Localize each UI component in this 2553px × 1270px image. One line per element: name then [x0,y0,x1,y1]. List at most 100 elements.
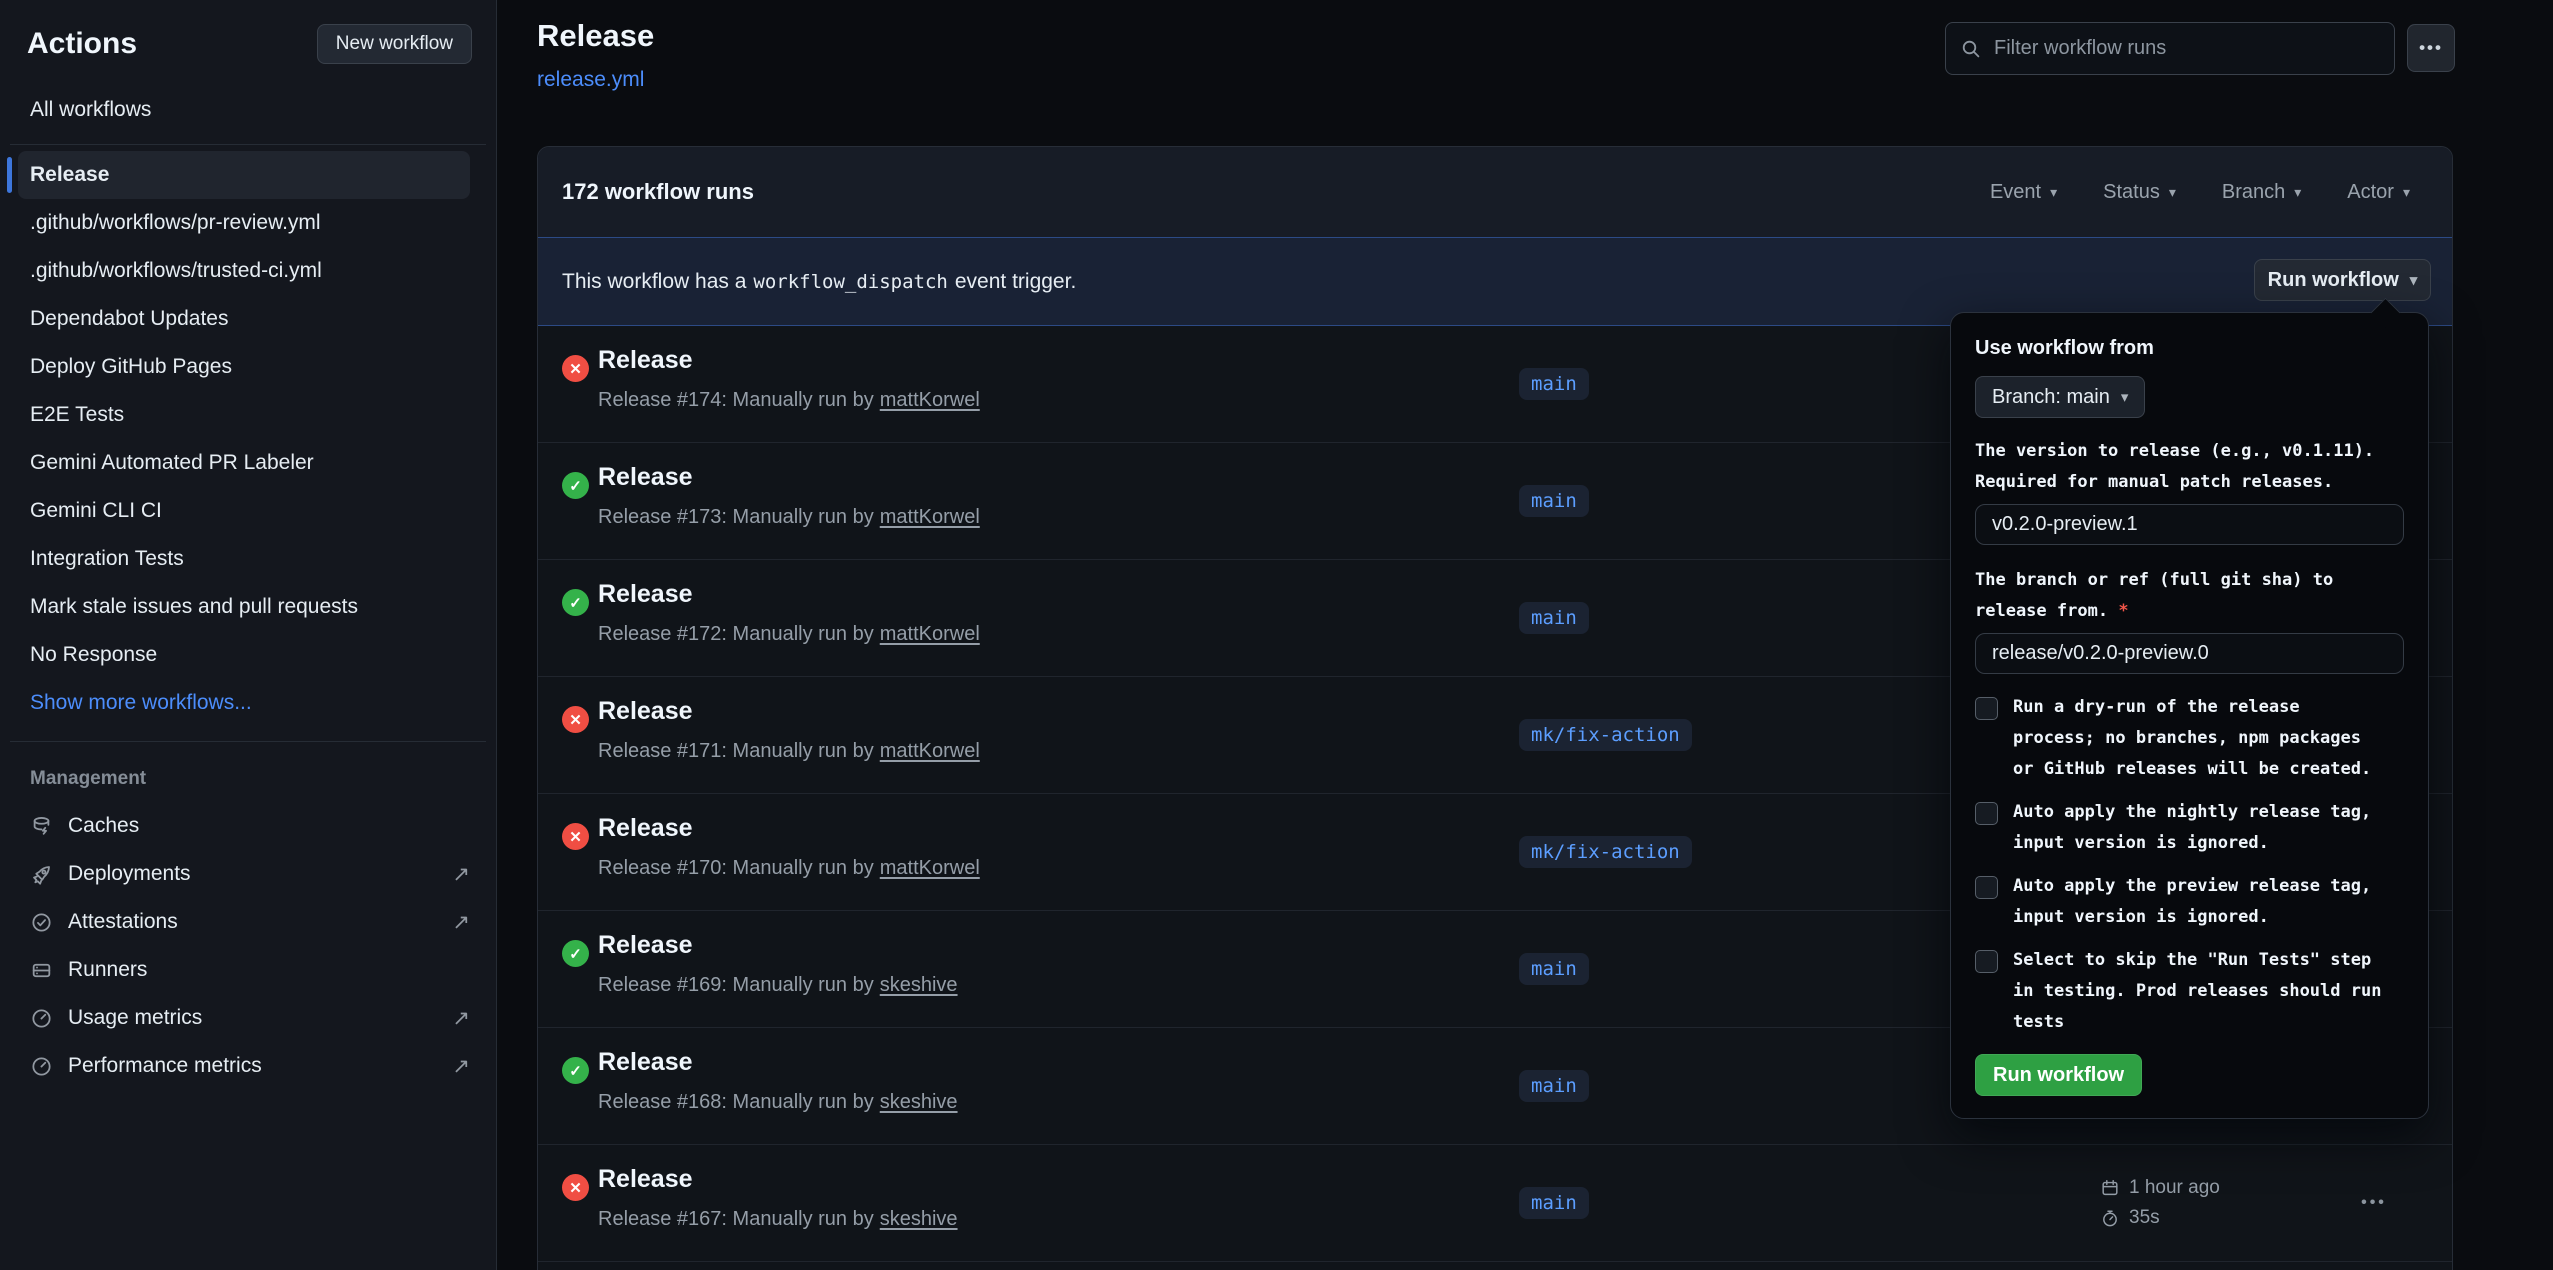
nightly-tag-label: Auto apply the nightly release tag, inpu… [2013,797,2389,859]
run-title-link[interactable]: Release [598,931,693,960]
run-options-kebab-button[interactable] [2344,1183,2404,1223]
sidebar-item-caches[interactable]: Caches [18,802,470,850]
sidebar-item-dependabot-updates[interactable]: Dependabot Updates [18,295,470,343]
actor-link[interactable]: skeshive [880,1091,958,1113]
external-link-icon [452,1054,470,1079]
preview-tag-label: Auto apply the preview release tag, inpu… [2013,871,2389,933]
actor-link[interactable]: skeshive [880,1208,958,1230]
run-desc-text: Release #167: Manually run by [598,1208,874,1230]
ref-input[interactable] [1975,633,2404,674]
server-icon [30,959,53,982]
run-title-link[interactable]: Release [598,346,693,375]
ref-input-description: The branch or ref (full git sha) to rele… [1975,565,2406,627]
filter-workflow-runs-search[interactable] [1945,22,2395,75]
sidebar-item-attestations[interactable]: Attestations [18,898,470,946]
branch-badge[interactable]: mk/fix-action [1519,836,1692,868]
branch-badge[interactable]: main [1519,602,1589,634]
sidebar-item-trusted-ci[interactable]: .github/workflows/trusted-ci.yml [18,247,470,295]
branch-badge[interactable]: main [1519,485,1589,517]
sidebar-item-e2e-tests[interactable]: E2E Tests [18,391,470,439]
run-desc-text: Release #173: Manually run by [598,506,874,528]
dry-run-checkbox[interactable] [1975,697,1998,720]
actor-link[interactable]: mattKorwel [880,857,980,879]
filter-actor[interactable]: Actor [2347,181,2410,204]
run-workflow-submit-button[interactable]: Run workflow [1975,1054,2142,1096]
run-title-link[interactable]: Release [598,463,693,492]
required-asterisk: * [2118,601,2128,621]
chevron-down-icon [2410,273,2418,288]
skip-tests-checkbox[interactable] [1975,950,1998,973]
search-input[interactable] [1992,36,2380,61]
branch-badge[interactable]: main [1519,368,1589,400]
sidebar-item-no-response[interactable]: No Response [18,631,470,679]
x-circle-icon [562,355,589,382]
page-heading-actions: Actions [27,27,137,61]
workflow-run-row[interactable]: Release Release #167: Manually run by ske… [538,1145,2452,1262]
actor-link[interactable]: skeshive [880,974,958,996]
banner-text-suffix: event trigger. [955,270,1076,294]
sidebar-item-label: Runners [68,958,147,982]
branch-badge[interactable]: main [1519,1070,1589,1102]
actor-link[interactable]: mattKorwel [880,389,980,411]
branch-selector-label: Branch: main [1992,386,2110,409]
sidebar-item-gemini-pr-labeler[interactable]: Gemini Automated PR Labeler [18,439,470,487]
actor-link[interactable]: mattKorwel [880,740,980,762]
branch-badge[interactable]: main [1519,953,1589,985]
nightly-tag-checkbox[interactable] [1975,802,1998,825]
sidebar-item-release[interactable]: Release [18,151,470,199]
external-link-icon [452,910,470,935]
banner-code: workflow_dispatch [746,271,954,293]
branch-selector-button[interactable]: Branch: main [1975,376,2145,418]
run-title-link[interactable]: Release [598,1048,693,1077]
run-title-link[interactable]: Release [598,1165,693,1194]
show-more-workflows-link[interactable]: Show more workflows... [18,679,470,727]
preview-tag-checkbox[interactable] [1975,876,1998,899]
runs-filters: Event Status Branch Actor [1990,181,2410,204]
chevron-down-icon [2121,390,2129,405]
chevron-down-icon [2169,185,2176,199]
sidebar-item-label: Usage metrics [68,1006,202,1030]
workflow-file-link[interactable]: release.yml [537,68,644,92]
use-workflow-from-heading: Use workflow from [1975,337,2404,360]
run-title-link[interactable]: Release [598,697,693,726]
sidebar-item-all-workflows[interactable]: All workflows [0,90,496,130]
dry-run-option: Run a dry-run of the release process; no… [1975,692,2404,785]
sidebar-item-label: Performance metrics [68,1054,262,1078]
management-list: Caches Deployments Attestations [0,802,496,1090]
run-description: Release #174: Manually run bymattKorwel [598,389,980,412]
sidebar-item-runners[interactable]: Runners [18,946,470,994]
new-workflow-button[interactable]: New workflow [317,24,472,64]
branch-badge[interactable]: main [1519,1187,1589,1219]
run-title-link[interactable]: Release [598,814,693,843]
sidebar-item-deployments[interactable]: Deployments [18,850,470,898]
branch-badge[interactable]: mk/fix-action [1519,719,1692,751]
sidebar-item-deploy-github-pages[interactable]: Deploy GitHub Pages [18,343,470,391]
x-circle-icon [562,1174,589,1201]
x-circle-icon [562,706,589,733]
sidebar-item-performance-metrics[interactable]: Performance metrics [18,1042,470,1090]
run-description: Release #168: Manually run byskeshive [598,1091,958,1114]
banner-text-prefix: This workflow has a [562,270,746,294]
sidebar-item-mark-stale[interactable]: Mark stale issues and pull requests [18,583,470,631]
dry-run-label: Run a dry-run of the release process; no… [2013,692,2389,785]
workflow-options-kebab-button[interactable] [2407,24,2455,72]
sidebar-item-integration-tests[interactable]: Integration Tests [18,535,470,583]
stopwatch-icon [2100,1208,2120,1228]
actor-link[interactable]: mattKorwel [880,506,980,528]
ref-description-text: The branch or ref (full git sha) to rele… [1975,570,2333,621]
version-input[interactable] [1975,504,2404,545]
run-workflow-dropdown-button[interactable]: Run workflow [2254,259,2431,301]
run-description: Release #167: Manually run by skeshive [598,1208,958,1231]
chevron-down-icon [2294,185,2301,199]
external-link-icon [452,1006,470,1031]
cache-icon [30,815,53,838]
filter-branch[interactable]: Branch [2222,181,2301,204]
filter-event[interactable]: Event [1990,181,2057,204]
actor-link[interactable]: mattKorwel [880,623,980,645]
sidebar-item-usage-metrics[interactable]: Usage metrics [18,994,470,1042]
sidebar-item-gemini-cli-ci[interactable]: Gemini CLI CI [18,487,470,535]
run-title-link[interactable]: Release [598,580,693,609]
page-title: Release [537,18,654,54]
sidebar-item-pr-review[interactable]: .github/workflows/pr-review.yml [18,199,470,247]
filter-status[interactable]: Status [2103,181,2176,204]
